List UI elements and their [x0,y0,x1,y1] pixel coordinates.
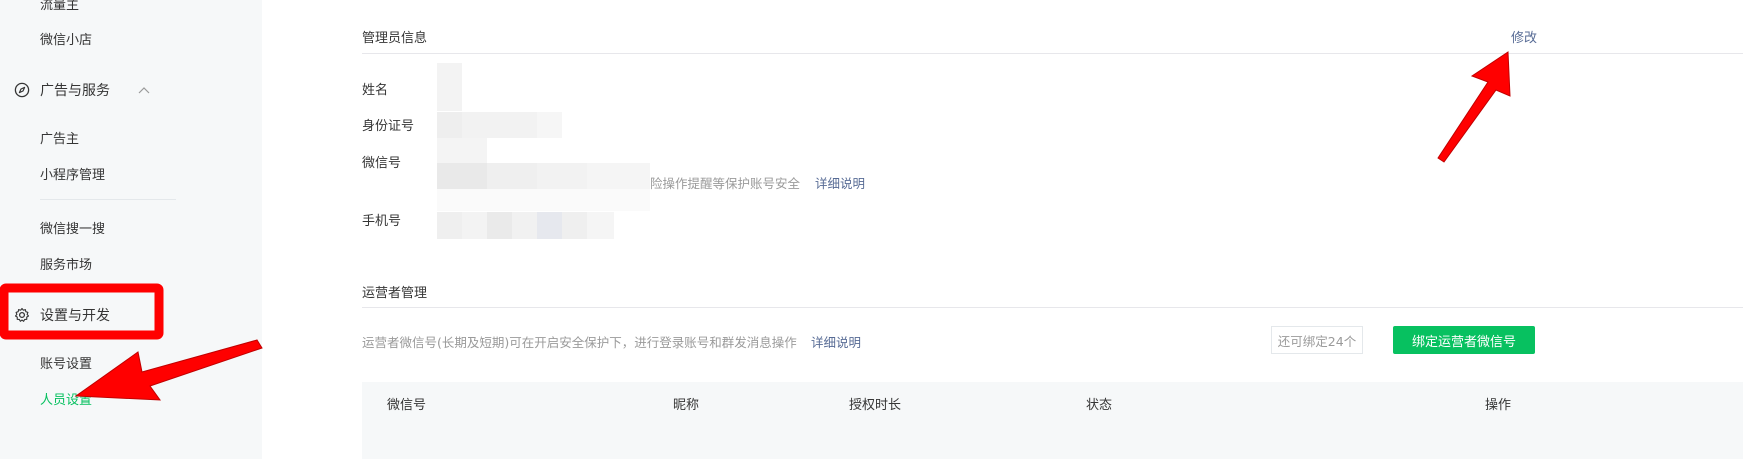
col-wechat-id: 微信号 [387,398,427,413]
admin-info-title: 管理员信息 [362,31,428,46]
operators-description: 运营者微信号(长期及短期)可在开启安全保护下，进行登录账号和群发消息操作 [362,335,797,350]
gear-icon [14,307,30,323]
modify-link[interactable]: 修改 [1511,27,1537,46]
operators-title: 运营者管理 [362,286,428,301]
field-name-label: 姓名 [362,83,389,98]
sidebar-item-miniprogram-manage[interactable]: 小程序管理 [40,164,105,183]
chevron-up-icon[interactable] [138,86,150,94]
sidebar-item-wechat-shop[interactable]: 微信小店 [40,29,92,48]
sidebar-group-ads-services[interactable]: 广告与服务 [14,80,150,100]
sidebar-group-settings-dev[interactable]: 设置与开发 [14,305,110,325]
sidebar-item-service-market[interactable]: 服务市场 [40,254,92,273]
remaining-bind-count: 还可绑定24个 [1271,326,1363,354]
sidebar-divider [40,199,176,200]
wechat-hint-detail-link[interactable]: 详细说明 [815,173,865,192]
main-content: 管理员信息 修改 姓名 身份证号 微信号 手机号 险操作提醒等保护账号安全 详细… [262,0,1743,459]
sidebar: 流量主 微信小店 广告与服务 广告主 小程序管理 微信搜一搜 服务市场 设置与开… [0,0,262,459]
col-status: 状态 [1086,398,1113,413]
sidebar-group-ads-label: 广告与服务 [40,83,110,99]
field-id-label: 身份证号 [362,119,415,134]
field-wechat-label: 微信号 [362,156,402,171]
compass-icon [14,82,30,98]
operators-divider [362,307,1743,308]
bind-operator-button[interactable]: 绑定运营者微信号 [1393,326,1535,354]
operators-detail-link[interactable]: 详细说明 [811,332,861,351]
sidebar-item-advertiser[interactable]: 广告主 [40,128,79,147]
sidebar-item-staff-settings[interactable]: 人员设置 [40,389,92,408]
sidebar-item-wechat-search[interactable]: 微信搜一搜 [40,218,105,237]
col-nickname: 昵称 [673,398,700,413]
sidebar-item-account-settings[interactable]: 账号设置 [40,353,92,372]
operators-table-header: 微信号 昵称 授权时长 状态 操作 [362,382,1743,459]
wechat-security-hint: 险操作提醒等保护账号安全 [650,176,801,191]
col-actions: 操作 [1485,398,1512,413]
sidebar-item-traffic-owner[interactable]: 流量主 [40,0,79,13]
sidebar-group-settings-label: 设置与开发 [40,308,110,324]
admin-info-divider [362,53,1743,54]
col-auth-duration: 授权时长 [849,398,902,413]
field-phone-label: 手机号 [362,214,402,229]
